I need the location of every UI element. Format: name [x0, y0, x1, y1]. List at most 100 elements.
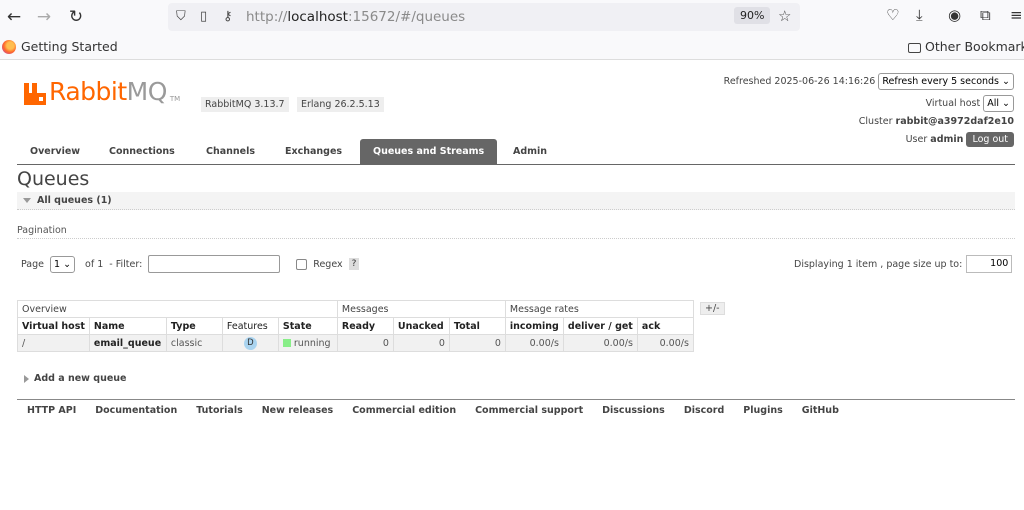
cell-vhost: / [17, 334, 90, 352]
bookmark-getting-started[interactable]: Getting Started [2, 39, 118, 54]
footer-link-http-api[interactable]: HTTP API [27, 405, 76, 416]
footer-link-discussions[interactable]: Discussions [602, 405, 665, 416]
zoom-level[interactable]: 90% [734, 7, 771, 24]
page-size-row: Displaying 1 item , page size up to: 100 [794, 255, 1013, 273]
rabbit-logo-icon [24, 83, 46, 105]
pagination-controls: Page 1 ⌄ of 1 - Filter: Regex ? [21, 255, 360, 273]
col-name[interactable]: Name [88, 317, 167, 335]
column-toggle-button[interactable]: +/- [700, 302, 725, 315]
col-virtual-host[interactable]: Virtual host [17, 317, 90, 335]
pagination-label[interactable]: Pagination [17, 225, 67, 236]
vhost-label: Virtual host [925, 98, 981, 109]
tab-overview[interactable]: Overview [17, 139, 93, 164]
tab-queues-and-streams[interactable]: Queues and Streams [360, 139, 498, 164]
refreshed-time: Refreshed 2025-06-26 14:16:26 [723, 76, 876, 87]
col-state[interactable]: State [277, 317, 338, 335]
bookmark-label: Other Bookmarks [925, 39, 1024, 54]
col-type[interactable]: Type [165, 317, 223, 335]
cell-total: 0 [448, 334, 506, 352]
address-bar[interactable]: ⛉ ▯ ⚷ http://localhost:15672/#/queues 90… [168, 3, 800, 31]
queues-table: Overview Messages Message rates Virtual … [17, 300, 694, 352]
folder-icon [908, 42, 921, 53]
filter-input[interactable] [148, 255, 281, 273]
refresh-select[interactable]: Refresh every 5 seconds ⌄ [878, 73, 1014, 90]
forward-arrow-icon[interactable]: → [30, 3, 58, 31]
running-status-icon [282, 338, 291, 347]
divider [17, 238, 1015, 239]
footer-link-commercial-support[interactable]: Commercial support [475, 405, 583, 416]
footer-link-commercial-edition[interactable]: Commercial edition [352, 405, 456, 416]
tab-connections[interactable]: Connections [96, 139, 188, 164]
col-deliver-get[interactable]: deliver / get [562, 317, 638, 335]
footer-link-github[interactable]: GitHub [802, 405, 839, 416]
logo-mq-text: MQ [126, 77, 168, 106]
page-select[interactable]: 1 ⌄ [50, 255, 76, 273]
displaying-text: Displaying 1 item , page size up to: [794, 258, 963, 270]
back-arrow-icon[interactable]: ← [0, 3, 28, 31]
reload-icon[interactable]: ↻ [62, 3, 90, 31]
group-header-messages: Messages [336, 300, 506, 318]
bookmark-label: Getting Started [21, 39, 118, 54]
trademark: TM [169, 95, 181, 103]
bookmarks-bar: Getting Started Other Bookmarks [0, 34, 1024, 60]
cell-ack: 0.00/s [636, 334, 694, 352]
add-queue-label: Add a new queue [34, 373, 127, 384]
cell-type: classic [165, 334, 223, 352]
col-ack[interactable]: ack [636, 317, 694, 335]
col-total[interactable]: Total [448, 317, 506, 335]
all-queues-section-toggle[interactable]: All queues (1) [17, 192, 1015, 210]
cluster-row: Cluster rabbit@a3972daf2e10 [859, 116, 1014, 127]
regex-checkbox[interactable] [296, 258, 308, 270]
cell-ready: 0 [336, 334, 394, 352]
queue-name-link[interactable]: email_queue [88, 334, 167, 352]
footer-divider [17, 399, 1015, 400]
page-label: Page [21, 258, 44, 270]
rabbitmq-logo[interactable]: RabbitMQ TM [24, 79, 180, 105]
cell-incoming: 0.00/s [504, 334, 564, 352]
footer-links: HTTP API Documentation Tutorials New rel… [27, 405, 839, 416]
account-icon[interactable]: ◉ [948, 6, 961, 24]
vhost-select[interactable]: All ⌄ [983, 95, 1014, 112]
collapse-triangle-icon [23, 198, 31, 203]
expand-triangle-icon [24, 374, 29, 383]
cell-features: D [221, 334, 279, 352]
key-icon[interactable]: ⚷ [223, 9, 233, 24]
add-queue-toggle[interactable]: Add a new queue [24, 373, 126, 384]
regex-label: Regex [313, 258, 343, 270]
col-unacked[interactable]: Unacked [392, 317, 450, 335]
filter-label: - Filter: [109, 258, 143, 270]
url-text[interactable]: http://localhost:15672/#/queues [246, 9, 465, 25]
main-tabs: Overview Connections Channels Exchanges … [17, 139, 1015, 165]
download-icon[interactable]: ⤓ [916, 6, 923, 24]
extensions-icon[interactable]: ⧉ [980, 6, 991, 24]
star-icon[interactable]: ☆ [778, 7, 791, 25]
menu-icon[interactable]: ≡ [1010, 6, 1023, 24]
footer-link-discord[interactable]: Discord [684, 405, 724, 416]
pocket-icon[interactable]: ♡ [886, 6, 899, 24]
cell-unacked: 0 [392, 334, 450, 352]
cluster-label: Cluster [858, 116, 893, 127]
page-icon[interactable]: ▯ [200, 9, 207, 24]
table-row[interactable]: / email_queue classic D running 0 0 0 0.… [17, 334, 694, 352]
rabbitmq-page: RabbitMQ TM RabbitMQ 3.13.7 Erlang 26.2.… [0, 61, 1024, 510]
shield-icon[interactable]: ⛉ [176, 9, 186, 24]
tab-exchanges[interactable]: Exchanges [272, 139, 355, 164]
tab-admin[interactable]: Admin [500, 139, 560, 164]
state-text: running [293, 337, 331, 349]
help-icon[interactable]: ? [348, 258, 360, 270]
footer-link-new-releases[interactable]: New releases [262, 405, 333, 416]
footer-link-tutorials[interactable]: Tutorials [196, 405, 243, 416]
bookmark-other[interactable]: Other Bookmarks [908, 39, 1024, 54]
page-size-input[interactable]: 100 [966, 255, 1013, 273]
tab-channels[interactable]: Channels [193, 139, 268, 164]
refresh-row: Refreshed 2025-06-26 14:16:26 Refresh ev… [724, 73, 1014, 90]
footer-link-plugins[interactable]: Plugins [743, 405, 782, 416]
logo-rabbit-text: Rabbit [49, 77, 127, 106]
col-incoming[interactable]: incoming [504, 317, 564, 335]
col-features: Features [221, 317, 279, 335]
col-ready[interactable]: Ready [336, 317, 394, 335]
durable-feature-badge[interactable]: D [243, 336, 257, 350]
cluster-name: rabbit@a3972daf2e10 [895, 116, 1014, 127]
footer-link-documentation[interactable]: Documentation [95, 405, 177, 416]
firefox-icon [2, 39, 16, 54]
